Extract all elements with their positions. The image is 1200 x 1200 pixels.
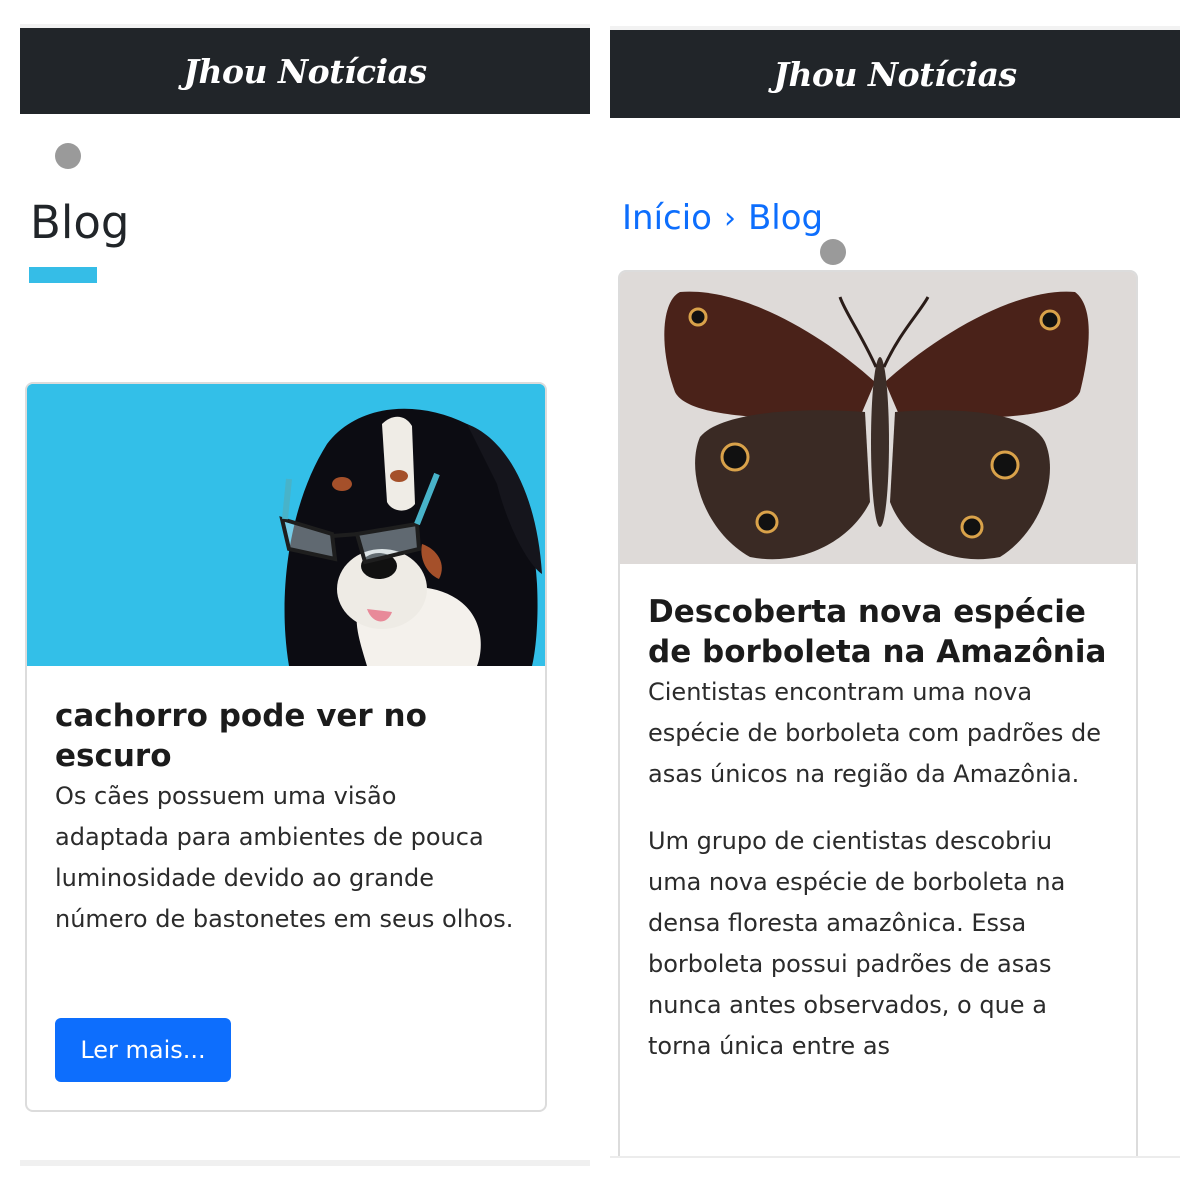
card-text: Os cães possuem uma visão adaptada para … xyxy=(55,782,514,933)
butterfly-illustration xyxy=(620,272,1136,564)
left-screen: Jhou Notícias Blog cachorro pode ver no … xyxy=(0,0,600,1200)
blog-card: cachorro pode ver no escuro Os cães poss… xyxy=(25,382,547,1112)
card-body: Descoberta nova espécie de borboleta na … xyxy=(620,564,1136,1067)
page-title: Blog xyxy=(30,196,130,249)
bottom-edge xyxy=(20,1160,590,1166)
bottom-edge xyxy=(610,1156,1180,1200)
card-image[interactable] xyxy=(620,272,1136,564)
breadcrumb-separator: › xyxy=(723,200,736,236)
dog-illustration xyxy=(27,384,545,666)
breadcrumb: Início › Blog xyxy=(622,198,823,238)
article-summary: Cientistas encontram uma nova espécie de… xyxy=(648,678,1102,788)
breadcrumb-home-link[interactable]: Início xyxy=(622,198,712,238)
card-title: cachorro pode ver no escuro xyxy=(55,698,427,774)
navbar-brand[interactable]: Jhou Notícias xyxy=(773,55,1017,94)
article-card: Descoberta nova espécie de borboleta na … xyxy=(618,270,1138,1200)
touch-indicator xyxy=(820,239,846,265)
touch-indicator xyxy=(55,143,81,169)
title-underline xyxy=(29,267,97,283)
navbar-brand[interactable]: Jhou Notícias xyxy=(183,52,427,91)
right-screen: Jhou Notícias Início › Blog Descoberta n… xyxy=(600,0,1200,1200)
navbar: Jhou Notícias xyxy=(610,30,1180,118)
article-title: Descoberta nova espécie de borboleta na … xyxy=(648,594,1107,670)
article-body: Um grupo de cientistas descobriu uma nov… xyxy=(648,827,1066,1060)
read-more-button[interactable]: Ler mais... xyxy=(55,1018,231,1082)
card-image[interactable] xyxy=(27,384,545,666)
breadcrumb-current[interactable]: Blog xyxy=(748,198,823,238)
navbar: Jhou Notícias xyxy=(20,28,590,114)
card-body: cachorro pode ver no escuro Os cães poss… xyxy=(27,666,545,940)
